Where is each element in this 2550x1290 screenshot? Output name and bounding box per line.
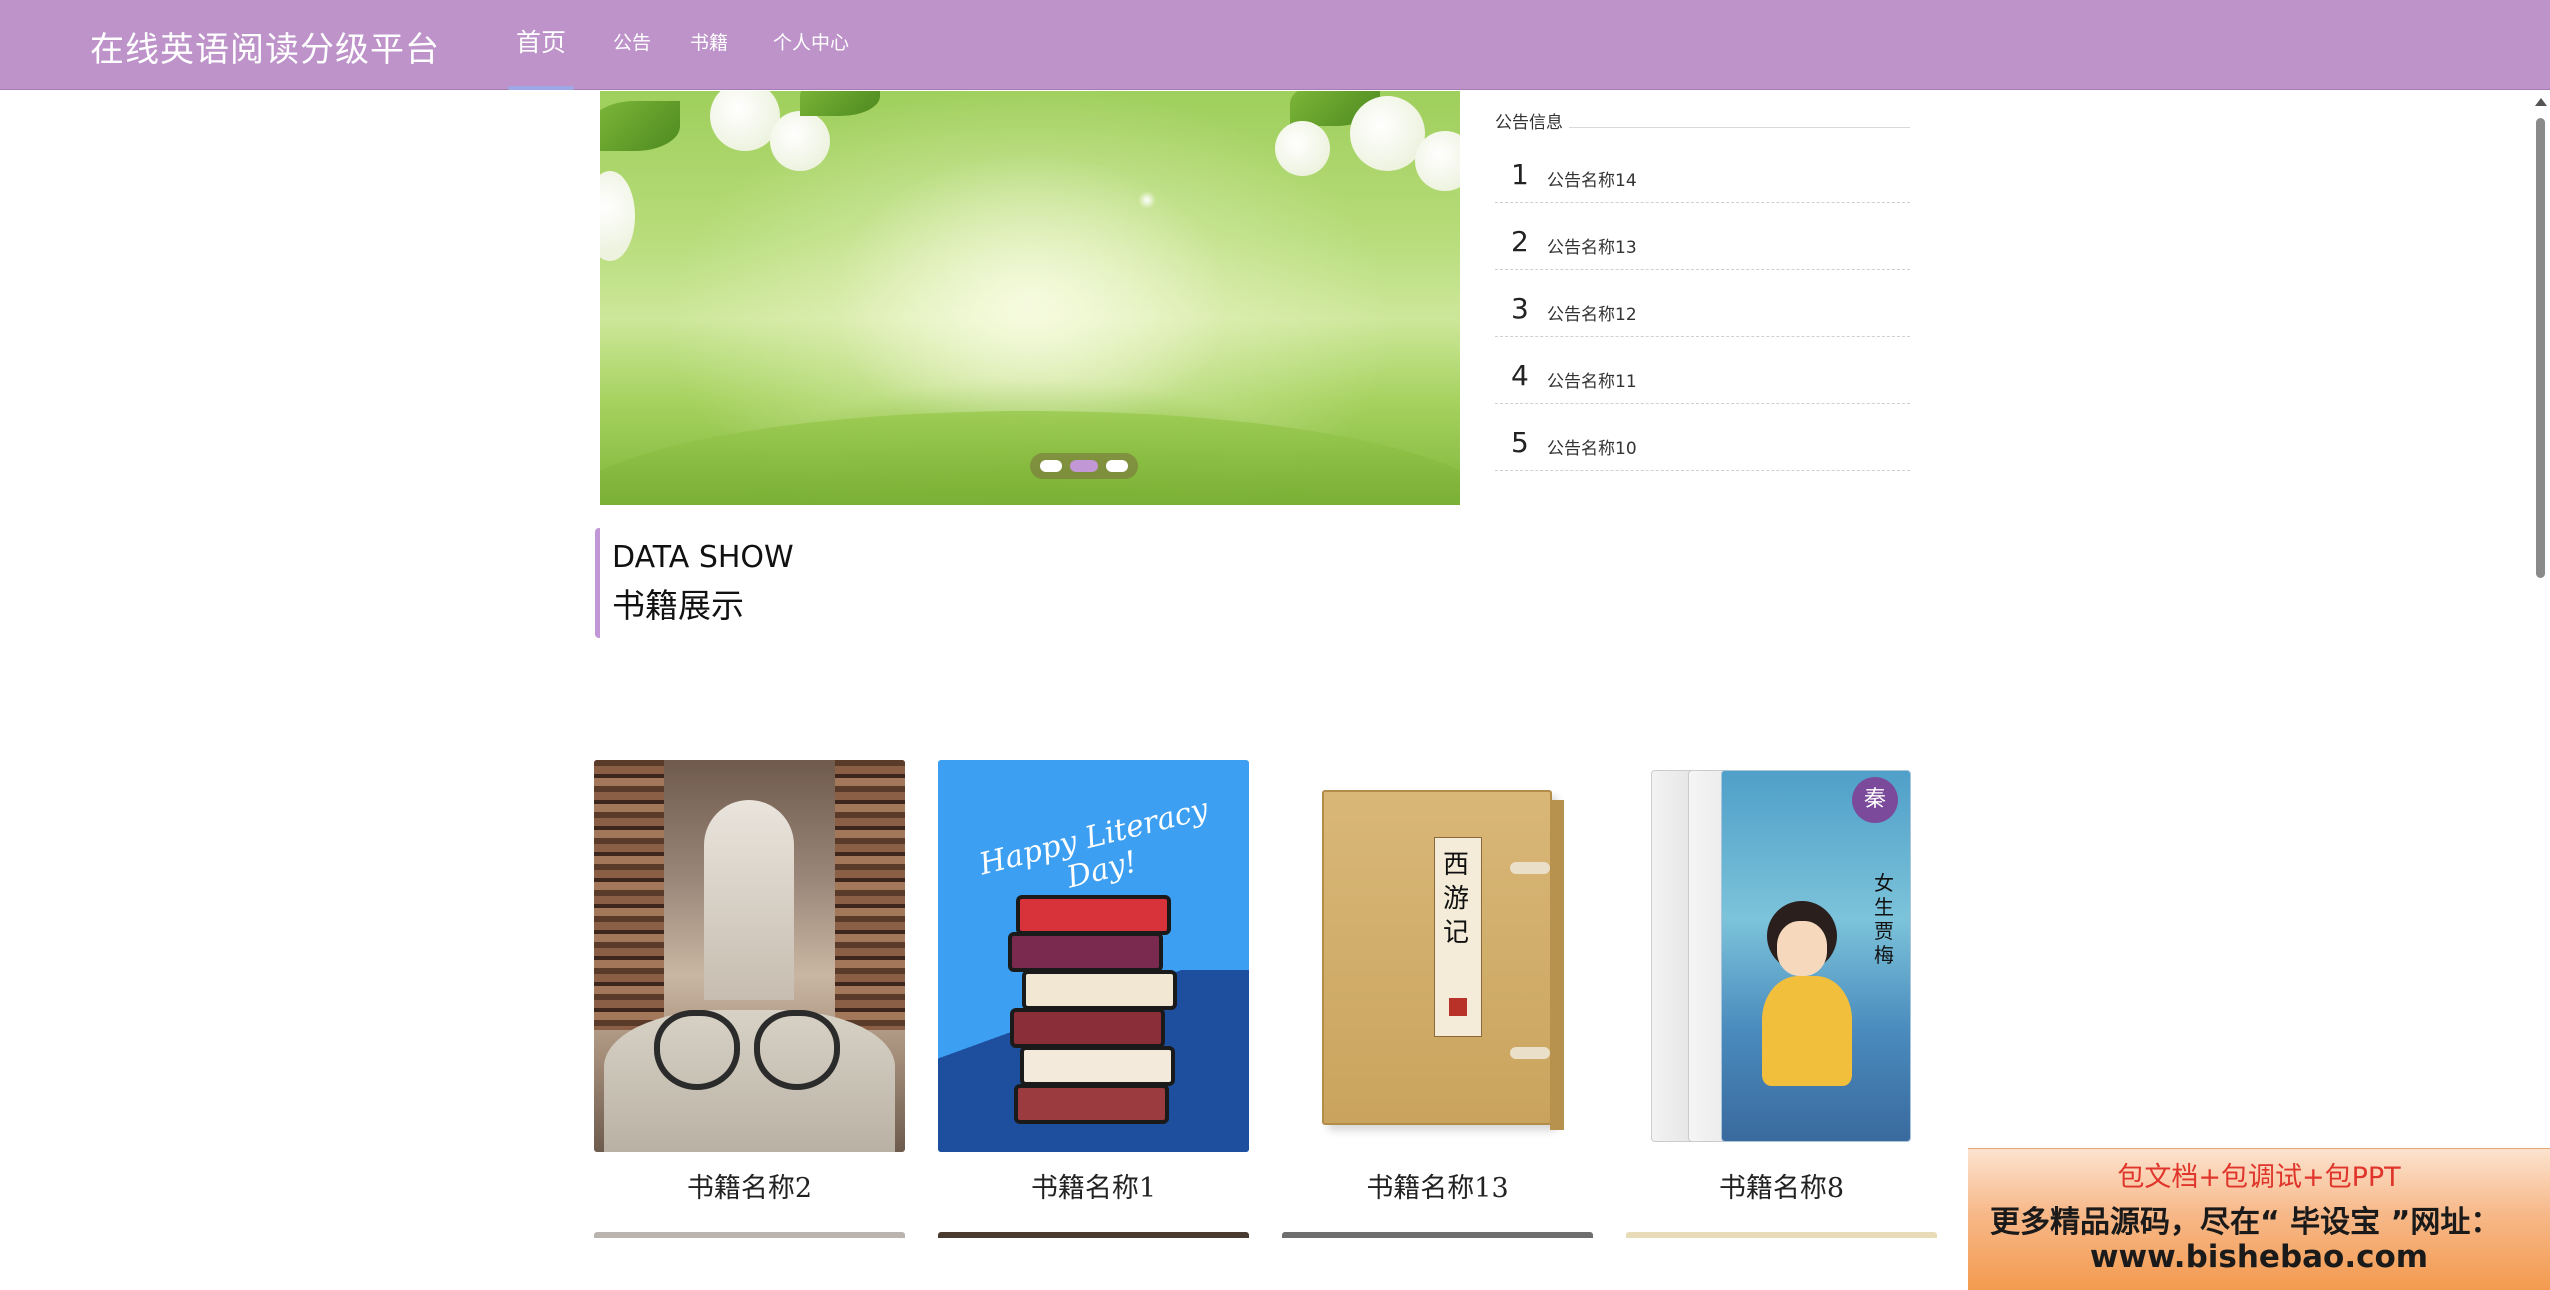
banner-flower [600, 171, 635, 261]
cover-book-stack-item [1008, 932, 1163, 972]
scroll-up-arrow-icon[interactable] [2535, 98, 2547, 106]
cover-book-stack-item [1022, 970, 1177, 1010]
nav-home[interactable]: 首页 [508, 0, 575, 90]
cover-seal-badge: 秦 [1852, 777, 1898, 823]
cover-arch-window [704, 800, 794, 1000]
notice-item[interactable]: 4 公告名称11 [1495, 337, 1910, 404]
nav-books-label: 书籍 [690, 32, 729, 54]
cover-book-stack-item [1014, 1084, 1169, 1124]
page-scrollbar[interactable] [2531, 92, 2550, 1290]
cover-book-box: 西游记 [1322, 790, 1564, 1130]
notice-name[interactable]: 公告名称12 [1547, 300, 1637, 325]
notice-name[interactable]: 公告名称14 [1547, 166, 1637, 191]
notice-item[interactable]: 2 公告名称13 [1495, 203, 1910, 270]
nav-active-indicator [508, 86, 575, 90]
cover-glasses-lens [754, 1010, 840, 1090]
nav-notices[interactable]: 公告 [613, 0, 651, 90]
nav-personal-center[interactable]: 个人中心 [773, 0, 849, 90]
notice-name[interactable]: 公告名称10 [1547, 434, 1637, 459]
ad-url[interactable]: www.bishebao.com [1968, 1239, 2550, 1275]
cover-red-seal [1449, 998, 1467, 1016]
carousel-dot-3[interactable] [1106, 460, 1128, 472]
cover-book-stack-item [1016, 895, 1171, 935]
banner-carousel[interactable] [600, 91, 1460, 505]
book-card[interactable]: 书籍名称2 [594, 760, 905, 1205]
notice-title-divider [1569, 127, 1910, 128]
book-card-next-row-edge [1282, 1232, 1593, 1238]
nav-books[interactable]: 书籍 [690, 0, 728, 90]
book-cover-image[interactable] [594, 760, 905, 1152]
ad-headline: 更多精品源码，尽在“ 毕设宝 ”网址： [1990, 1205, 2501, 1240]
book-title[interactable]: 书籍名称8 [1626, 1166, 1937, 1205]
ad-tagline: 包文档+包调试+包PPT [2117, 1162, 2401, 1193]
cover-glasses-lens [654, 1010, 740, 1090]
notice-name[interactable]: 公告名称13 [1547, 233, 1637, 258]
book-card[interactable]: Happy Literacy Day! 书籍名称1 [938, 760, 1249, 1205]
notice-item[interactable]: 5 公告名称10 [1495, 404, 1910, 471]
cover-text: 西游记 [1443, 850, 1470, 948]
book-title[interactable]: 书籍名称2 [594, 1166, 905, 1205]
section-title-cn: 书籍展示 [612, 586, 744, 625]
book-card[interactable]: 西游记 书籍名称13 [1282, 760, 1593, 1205]
notice-panel: 公告信息 1 公告名称14 2 公告名称13 3 公告名称12 4 公告名称11… [1495, 110, 1910, 471]
book-cover-image[interactable]: 秦 女生贾梅 [1626, 760, 1937, 1152]
notice-item[interactable]: 3 公告名称12 [1495, 270, 1910, 337]
carousel-pagination [1030, 453, 1138, 479]
cover-bookshelf [835, 760, 905, 1030]
cover-box-tie [1510, 862, 1550, 874]
notice-panel-header: 公告信息 [1495, 110, 1910, 136]
cover-bookshelf [594, 760, 664, 1030]
section-title-en: DATA SHOW [612, 540, 794, 575]
notice-name[interactable]: 公告名称11 [1547, 367, 1637, 392]
banner-leaf [600, 101, 680, 151]
banner-grass-hill [600, 411, 1460, 505]
banner-flower [1350, 96, 1425, 171]
nav-notices-label: 公告 [613, 32, 652, 54]
cover-book-front: 秦 女生贾梅 [1721, 770, 1911, 1142]
nav-home-label: 首页 [516, 28, 567, 57]
notice-index: 4 [1511, 359, 1529, 392]
notice-index: 3 [1511, 292, 1529, 325]
section-heading: DATA SHOW 书籍展示 [595, 528, 915, 638]
promo-ad-banner[interactable]: 包文档+包调试+包PPT 更多精品源码，尽在“ 毕设宝 ”网址： www.bis… [1968, 1148, 2550, 1290]
cover-box-spine [1550, 800, 1564, 1130]
book-title[interactable]: 书籍名称13 [1282, 1166, 1593, 1205]
banner-light-glow [830, 151, 1230, 451]
book-title[interactable]: 书籍名称1 [938, 1166, 1249, 1205]
book-card-next-row-edge [1626, 1232, 1937, 1238]
book-card[interactable]: 秦 女生贾梅 书籍名称8 [1626, 760, 1937, 1205]
notice-panel-title: 公告信息 [1495, 113, 1563, 133]
cover-open-book [604, 1010, 895, 1152]
banner-flower [1275, 121, 1330, 176]
book-card-next-row-edge [938, 1232, 1249, 1238]
banner-flower [770, 111, 830, 171]
notice-item[interactable]: 1 公告名称14 [1495, 136, 1910, 203]
site-title[interactable]: 在线英语阅读分级平台 [90, 22, 440, 71]
cover-text: 女生贾梅 [1874, 871, 1894, 967]
carousel-dot-2[interactable] [1070, 460, 1098, 472]
banner-flower [1415, 131, 1460, 191]
book-cover-image[interactable]: 西游记 [1282, 760, 1593, 1152]
banner-sparkle [1138, 191, 1156, 209]
cover-girl-face [1777, 921, 1827, 976]
carousel-dot-1[interactable] [1040, 460, 1062, 472]
notice-index: 1 [1511, 158, 1529, 191]
cover-book-stack-item [1010, 1008, 1165, 1048]
cover-box-label: 西游记 [1434, 837, 1482, 1037]
notice-index: 2 [1511, 225, 1529, 258]
nav-personal-center-label: 个人中心 [773, 32, 850, 54]
cover-box-tie [1510, 1047, 1550, 1059]
top-nav-bar: 在线英语阅读分级平台 首页 公告 书籍 个人中心 [0, 0, 2550, 90]
cover-girl-body [1762, 976, 1852, 1086]
book-cover-image[interactable]: Happy Literacy Day! [938, 760, 1249, 1152]
scrollbar-thumb[interactable] [2536, 118, 2545, 578]
banner-leaf [800, 91, 880, 116]
book-card-next-row-edge [594, 1232, 905, 1238]
cover-book-stack-item [1020, 1046, 1175, 1086]
notice-index: 5 [1511, 426, 1529, 459]
